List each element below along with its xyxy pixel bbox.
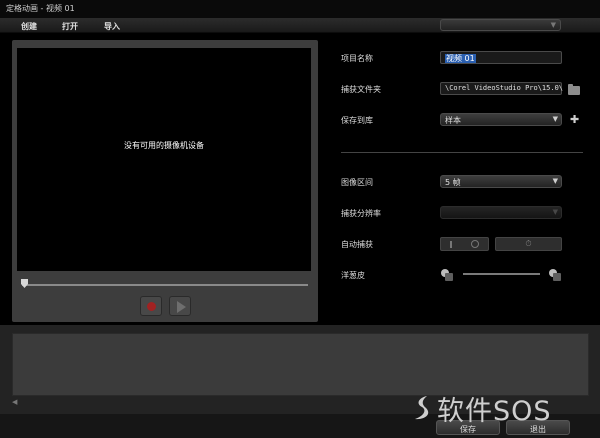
title-bar: 定格动画 - 视频 01	[0, 0, 600, 18]
menu-open[interactable]: 打开	[62, 21, 78, 32]
top-dropdown[interactable]: ▼	[440, 19, 561, 31]
preview-screen: 没有可用的摄像机设备	[17, 48, 311, 271]
record-icon	[147, 302, 156, 311]
chevron-down-icon: ▼	[552, 177, 558, 185]
save-to-library-select[interactable]: 样本 ▼	[440, 113, 562, 126]
project-name-label: 项目名称	[341, 54, 373, 63]
image-duration-value: 5 帧	[445, 178, 461, 187]
watermark-text: 软件SOS	[437, 396, 552, 427]
project-name-input[interactable]: 视频 01	[440, 51, 562, 64]
watermark-logo-icon	[415, 396, 429, 420]
capture-resolution-label: 捕获分辨率	[341, 209, 381, 218]
auto-capture-toggle[interactable]	[440, 237, 489, 251]
auto-capture-timer-button[interactable]: ⏱	[495, 237, 562, 251]
onion-skin-label: 洋葱皮	[341, 271, 365, 280]
divider	[341, 152, 583, 153]
capture-folder-value: \Corel VideoStudio Pro\15.0\	[445, 84, 563, 92]
save-to-library-value: 样本	[445, 116, 461, 125]
image-duration-label: 图像区间	[341, 178, 373, 187]
image-duration-select[interactable]: 5 帧 ▼	[440, 175, 562, 188]
frame-tray[interactable]	[12, 333, 589, 396]
toggle-on-icon	[471, 240, 479, 248]
capture-folder-label: 捕获文件夹	[341, 85, 381, 94]
play-icon	[177, 301, 186, 313]
chevron-down-icon: ▼	[550, 21, 556, 29]
chevron-down-icon: ▼	[552, 208, 558, 216]
window-title: 定格动画 - 视频 01	[6, 4, 75, 13]
auto-capture-label: 自动捕获	[341, 240, 373, 249]
project-name-value: 视频 01	[445, 54, 476, 63]
capture-resolution-select[interactable]: ▼	[440, 206, 562, 219]
scroll-left-icon[interactable]: ◀	[12, 398, 17, 406]
capture-folder-input[interactable]: \Corel VideoStudio Pro\15.0\	[440, 82, 563, 95]
menu-create[interactable]: 创建	[21, 21, 37, 32]
no-device-message: 没有可用的摄像机设备	[124, 141, 204, 150]
chevron-down-icon: ▼	[552, 115, 558, 123]
onion-skin-less-icon[interactable]	[441, 269, 453, 281]
timer-icon: ⏱	[525, 239, 532, 248]
add-library-icon[interactable]: ✚	[570, 113, 579, 126]
save-to-library-label: 保存到库	[341, 116, 373, 125]
capture-button[interactable]	[140, 296, 162, 316]
folder-icon[interactable]	[568, 84, 580, 95]
toggle-off-icon	[450, 241, 452, 248]
scrubber-track[interactable]	[22, 284, 308, 286]
onion-skin-slider[interactable]	[463, 273, 540, 275]
watermark: 软件SOS	[410, 391, 600, 431]
menu-import[interactable]: 导入	[104, 21, 120, 32]
play-button[interactable]	[169, 296, 191, 316]
onion-skin-more-icon[interactable]	[549, 269, 561, 281]
